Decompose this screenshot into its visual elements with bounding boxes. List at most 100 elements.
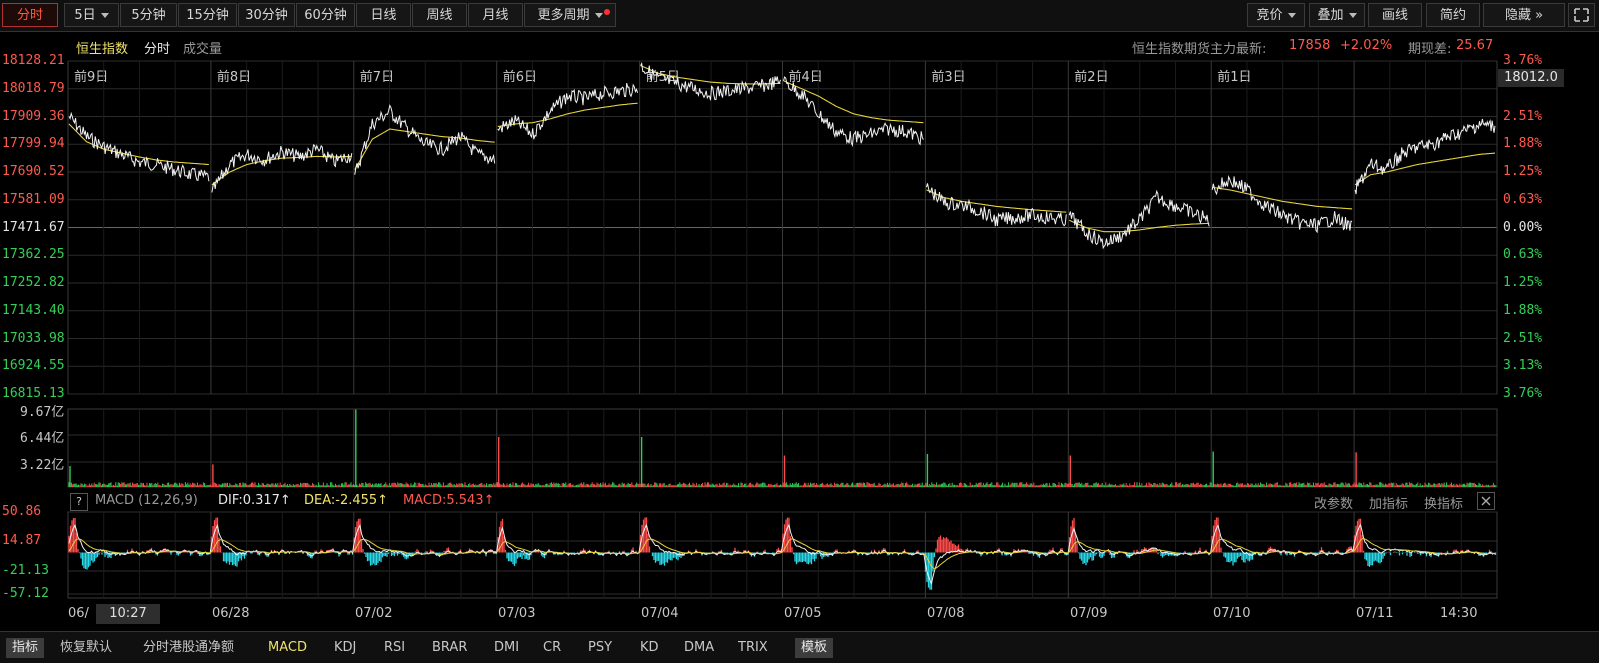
volume-axis-label: 9.67亿 (20, 405, 65, 420)
volume-panel-frame (67, 408, 1498, 488)
price-axis-label: 16924.55 (2, 358, 65, 374)
period-btn-9[interactable]: 更多周期 (524, 3, 616, 27)
pct-axis-label: 3.13% (1503, 358, 1543, 374)
change-params-button[interactable]: 改参数 (1314, 493, 1353, 512)
price-axis-label: 17471.67 (2, 219, 65, 235)
price-line (1068, 189, 1210, 250)
period-btn-label: 周线 (426, 8, 453, 23)
period-btn-7[interactable]: 周线 (412, 3, 467, 27)
tool-btn-label: 隐藏 (1504, 8, 1531, 23)
tool-btn-4[interactable]: 隐藏 » (1483, 3, 1565, 27)
caret-down-icon (594, 13, 603, 18)
price-axis-label: 17909.36 (2, 108, 65, 124)
period-btn-5[interactable]: 60分钟 (296, 3, 355, 27)
avg-price-line (211, 155, 352, 186)
indicator-tab-1[interactable]: 恢复默认 (60, 638, 112, 658)
add-indicator-button[interactable]: 加指标 (1369, 493, 1408, 512)
period-btn-1[interactable]: 5日 (64, 3, 119, 27)
price-axis-label: 17581.09 (2, 191, 65, 207)
tool-btn-2[interactable]: 画线 (1368, 3, 1422, 27)
price-line (497, 82, 639, 140)
caret-down-icon (1348, 13, 1357, 18)
period-btn-label: 日线 (370, 8, 397, 23)
avg-price-line (783, 80, 924, 124)
pct-axis-label: 3.76% (1503, 386, 1543, 401)
tool-btn-0[interactable]: 竞价 (1247, 3, 1305, 27)
indicator-tab-13[interactable]: 模板 (795, 638, 834, 658)
tab-timeshare[interactable]: 分时 (144, 38, 170, 57)
day-label: 前6日 (502, 70, 537, 85)
period-btn-4[interactable]: 30分钟 (238, 3, 295, 27)
indicator-tab-3[interactable]: MACD (268, 638, 307, 658)
period-btn-label: 月线 (482, 8, 509, 23)
pct-axis-label: 1.88% (1503, 136, 1543, 152)
avg-price-line (926, 189, 1067, 213)
pct-axis-label: 0.63% (1503, 191, 1543, 207)
time-axis-label: 06/28 (212, 606, 250, 621)
indicator-tab-12[interactable]: TRIX (738, 638, 768, 658)
indicator-tab-5[interactable]: RSI (384, 638, 405, 658)
tool-btn-label: 简约 (1439, 8, 1466, 23)
macd-title: MACD (12,26,9) (95, 493, 198, 508)
time-axis-label: 07/05 (784, 606, 822, 621)
tool-btn-label: 画线 (1381, 8, 1408, 23)
price-axis-label: 17690.52 (2, 164, 65, 179)
expand-icon[interactable] (1568, 3, 1595, 27)
period-btn-label: 更多周期 (537, 8, 590, 23)
macd-axis-label: 50.86 (2, 504, 42, 519)
tab-volume[interactable]: 成交量 (183, 38, 222, 57)
indicator-tab-6[interactable]: BRAR (432, 638, 467, 658)
price-axis-label: 16815.13 (2, 386, 65, 401)
macd-value: MACD:5.543↑ (403, 493, 495, 508)
chart-area[interactable] (0, 0, 1599, 662)
tool-btn-1[interactable]: 叠加 (1309, 3, 1365, 27)
macd-axis-label: 14.87 (2, 533, 42, 548)
avg-price-line (1069, 219, 1210, 233)
futures-label: 恒生指数期货主力最新: (1132, 42, 1267, 57)
time-axis-label: 07/02 (355, 606, 393, 621)
period-btn-6[interactable]: 日线 (356, 3, 411, 27)
chevron-right-icon: » (1530, 8, 1544, 23)
price-axis-label: 17252.82 (2, 275, 65, 290)
price-axis-label: 17143.40 (2, 302, 65, 318)
indicator-tab-bar: 指标 恢复默认 分时港股通净额 MACD KDJ RSI BRAR DMI CR PSY KD DMA… (0, 631, 1599, 663)
day-label: 前2日 (1074, 70, 1109, 85)
indicator-tab-4[interactable]: KDJ (334, 638, 356, 658)
period-btn-3[interactable]: 15分钟 (178, 3, 237, 27)
basis-value: 25.67 (1456, 38, 1494, 53)
indicator-tab-2[interactable]: 分时港股通净额 (143, 638, 234, 658)
indicator-tab-10[interactable]: KD (640, 638, 659, 658)
switch-indicator-button[interactable]: 换指标 (1424, 493, 1463, 512)
pct-axis-label: 1.25% (1503, 275, 1543, 290)
expand-icon-glyph (1574, 8, 1589, 22)
macd-help-button[interactable]: ? (70, 493, 88, 511)
price-line (1211, 175, 1353, 234)
indicator-tab-9[interactable]: PSY (588, 638, 612, 658)
price-line (354, 104, 496, 175)
period-btn-2[interactable]: 5分钟 (120, 3, 177, 27)
close-icon-glyph (1481, 496, 1491, 506)
period-btn-label: 5分钟 (131, 8, 166, 23)
period-btn-0[interactable]: 分时 (2, 3, 58, 27)
price-axis-label: 18128.21 (2, 53, 65, 68)
time-axis-label: 07/10 (1213, 606, 1251, 621)
avg-price-line (1212, 186, 1353, 210)
indicator-tab-0[interactable]: 指标 (6, 638, 45, 658)
close-icon[interactable] (1477, 492, 1495, 510)
time-axis-label: 07/04 (641, 606, 679, 621)
caret-down-icon (1287, 13, 1296, 18)
indicator-tab-7[interactable]: DMI (494, 638, 519, 658)
time-axis-label: 07/03 (498, 606, 536, 621)
period-btn-8[interactable]: 月线 (468, 3, 523, 27)
period-btn-label: 15分钟 (186, 8, 229, 23)
indicator-tab-8[interactable]: CR (543, 638, 561, 658)
tool-btn-3[interactable]: 简约 (1426, 3, 1480, 27)
avg-price-line (68, 123, 209, 166)
pct-axis-label: 0.00% (1503, 219, 1543, 235)
price-line (211, 144, 353, 193)
time-axis-label: 07/09 (1070, 606, 1108, 621)
avg-price-line (497, 102, 638, 128)
time-axis-label: 14:30 (1440, 606, 1478, 621)
indicator-tab-11[interactable]: DMA (684, 638, 714, 658)
current-price-tag: 18012.0 (1498, 69, 1564, 87)
